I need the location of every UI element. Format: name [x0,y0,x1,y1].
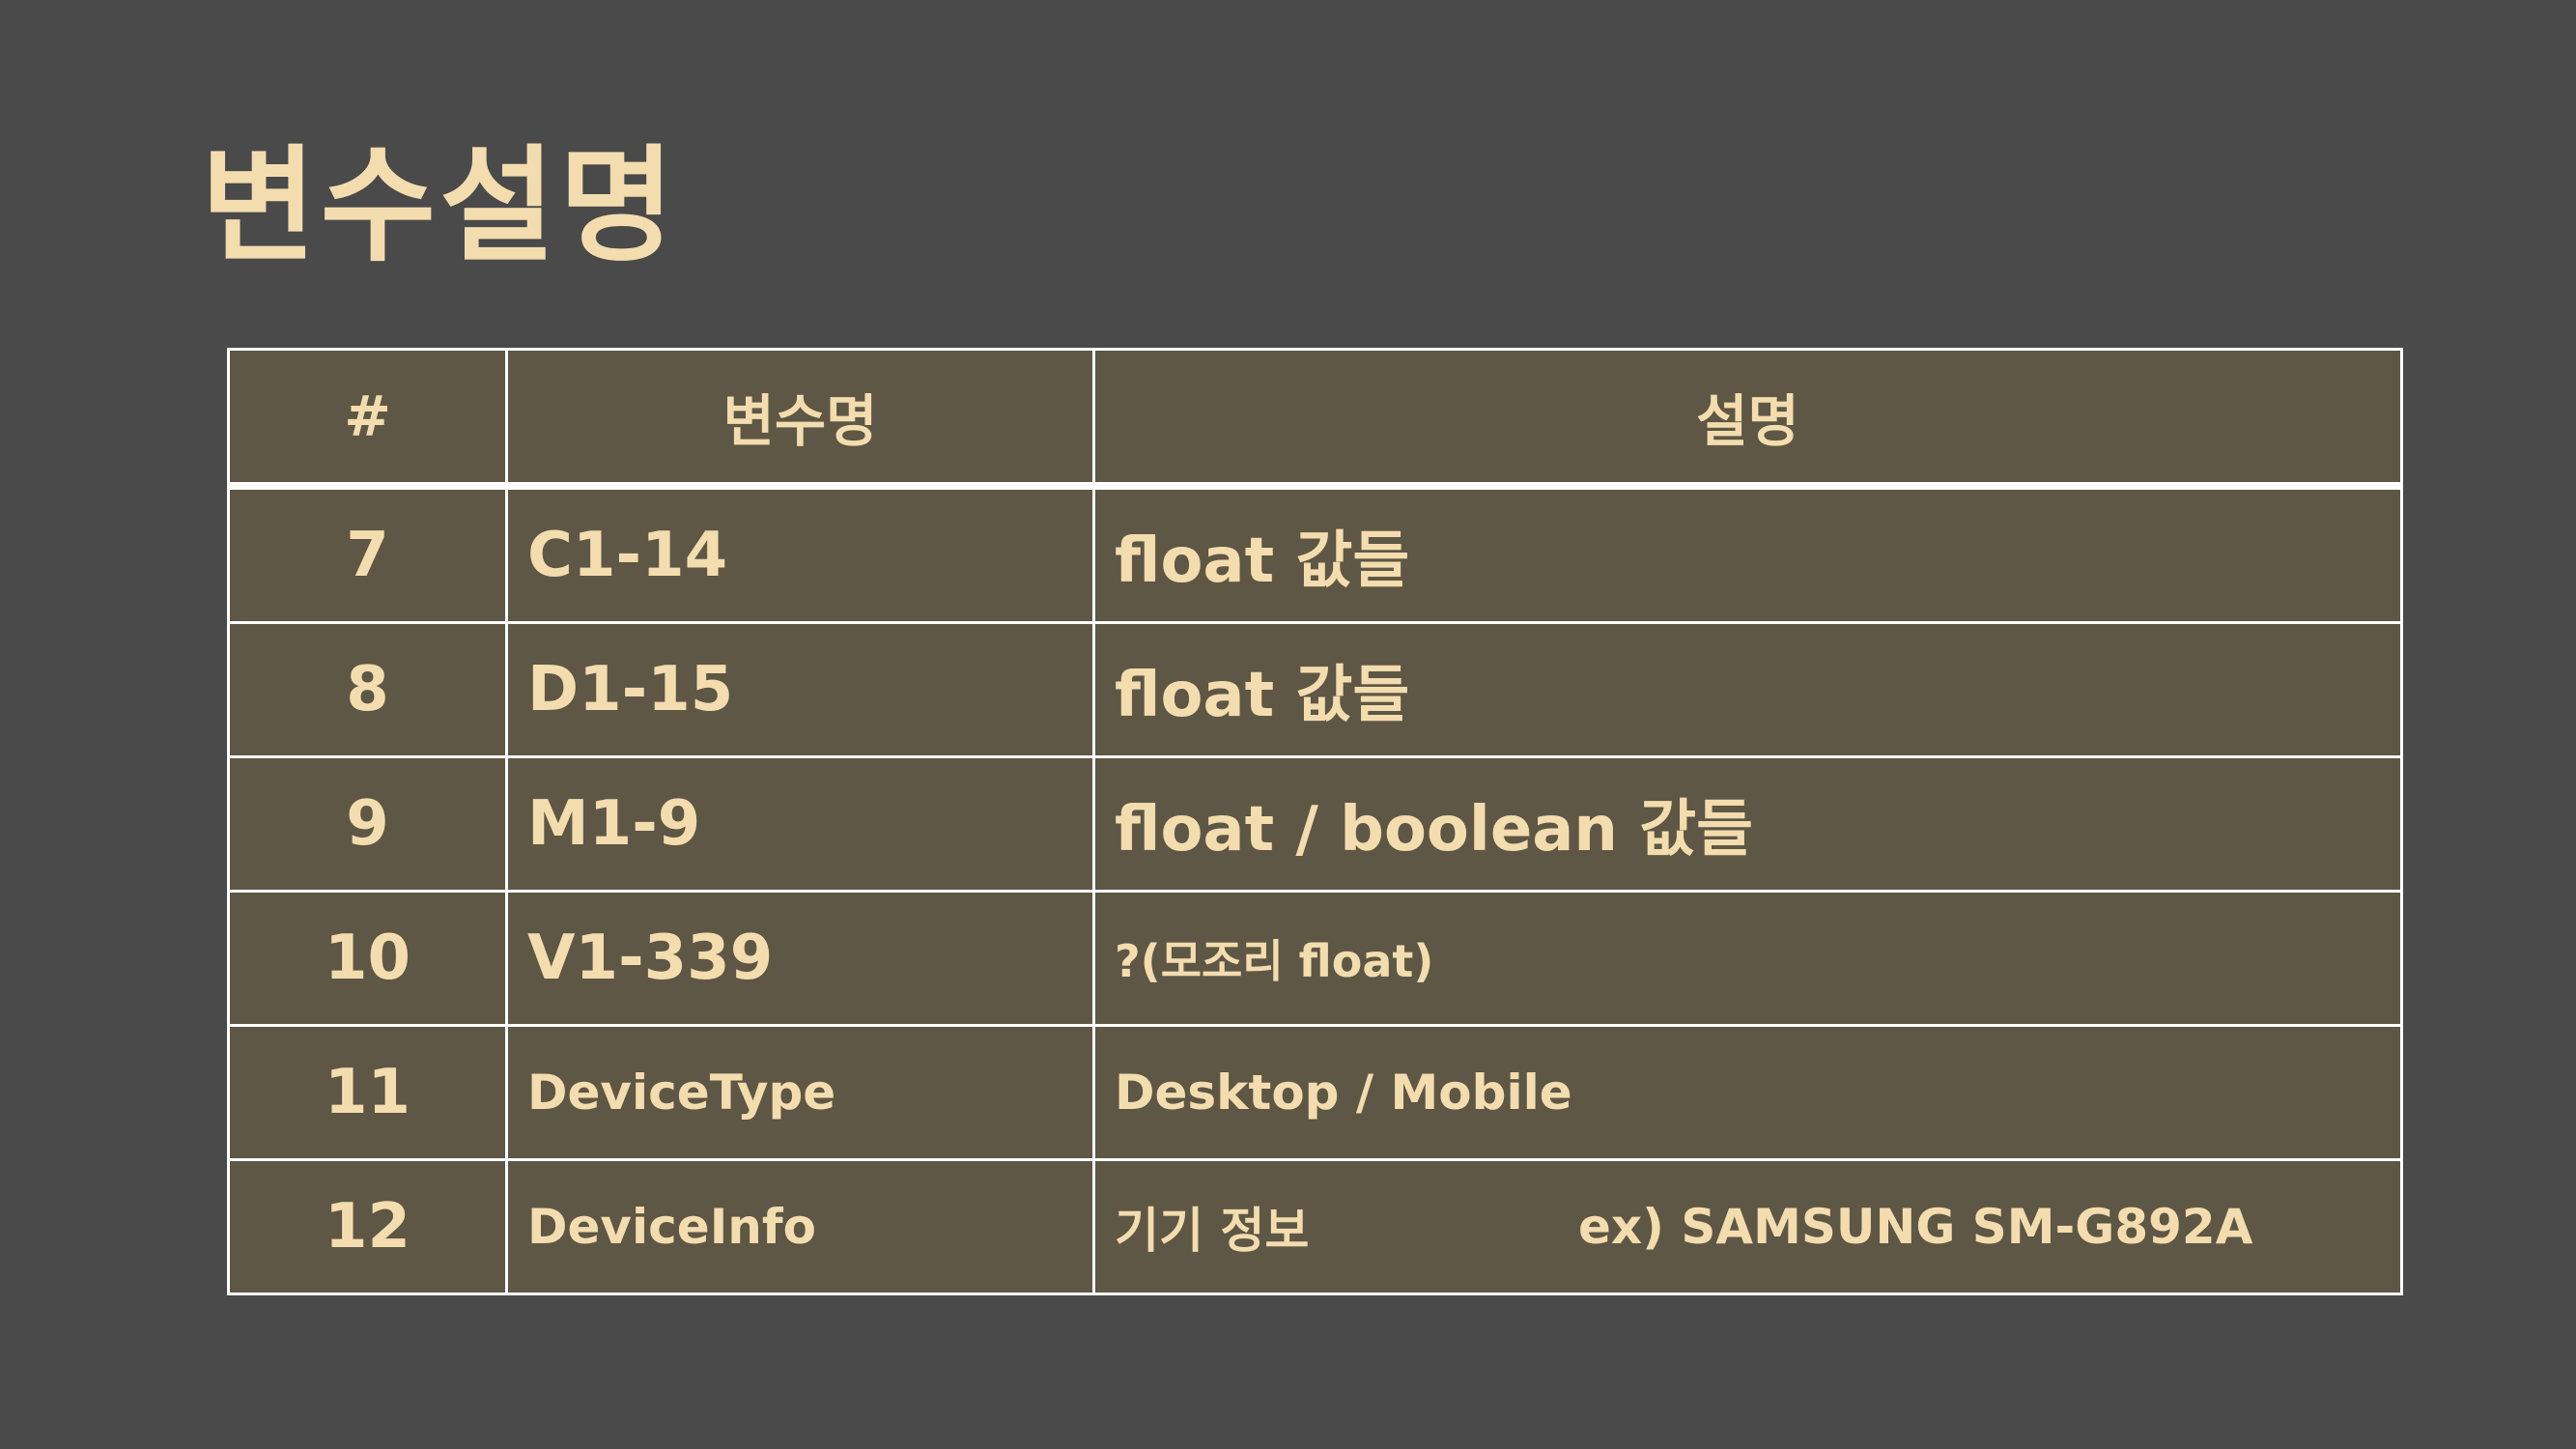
row-variable-name: V1-339 [505,890,1095,1027]
row-variable-name: DeviceType [505,1024,1095,1161]
table-row: 11 DeviceType Desktop / Mobile [227,1024,2403,1161]
row-description-cell: 기기 정보 ex) SAMSUNG SM-G892A [1092,1158,2403,1295]
row-number: 11 [227,1024,508,1161]
table-body: 7 C1-14 float 값들 8 D1-15 float 값들 9 M1-9… [227,484,2403,1295]
row-description: 기기 정보 [1115,1203,1310,1259]
row-number: 9 [227,755,508,893]
row-variable-name: C1-14 [505,484,1095,624]
row-description: float 값들 [1092,621,2403,758]
row-description: float 값들 [1092,484,2403,624]
row-variable-name: M1-9 [505,755,1095,893]
description-split: 기기 정보 ex) SAMSUNG SM-G892A [1115,1192,2400,1262]
slide: 변수설명 # 변수명 설명 7 C1-14 float 값들 8 D1-15 f… [0,0,2576,1449]
row-number: 10 [227,890,508,1027]
row-variable-name: DeviceInfo [505,1158,1095,1295]
table-header: # 변수명 설명 [227,348,2403,490]
header-description: 설명 [1092,348,2403,490]
table-row: 8 D1-15 float 값들 [227,621,2403,758]
row-description: ?(모조리 float) [1092,890,2403,1027]
row-number: 12 [227,1158,508,1295]
row-description: float / boolean 값들 [1092,755,2403,893]
table-row: 7 C1-14 float 값들 [227,484,2403,624]
table-row: 9 M1-9 float / boolean 값들 [227,755,2403,893]
row-number: 8 [227,621,508,758]
row-description: Desktop / Mobile [1092,1024,2403,1161]
row-variable-name: D1-15 [505,621,1095,758]
table-row: 10 V1-339 ?(모조리 float) [227,890,2403,1027]
slide-title: 변수설명 [201,132,679,279]
row-example: ex) SAMSUNG SM-G892A [1578,1199,2253,1255]
header-number: # [227,348,508,490]
variables-table: # 변수명 설명 7 C1-14 float 값들 8 D1-15 float … [227,348,2403,1295]
row-number: 7 [227,484,508,624]
table-row: 12 DeviceInfo 기기 정보 ex) SAMSUNG SM-G892A [227,1158,2403,1295]
table-header-row: # 변수명 설명 [227,348,2403,490]
header-variable-name: 변수명 [505,348,1095,490]
